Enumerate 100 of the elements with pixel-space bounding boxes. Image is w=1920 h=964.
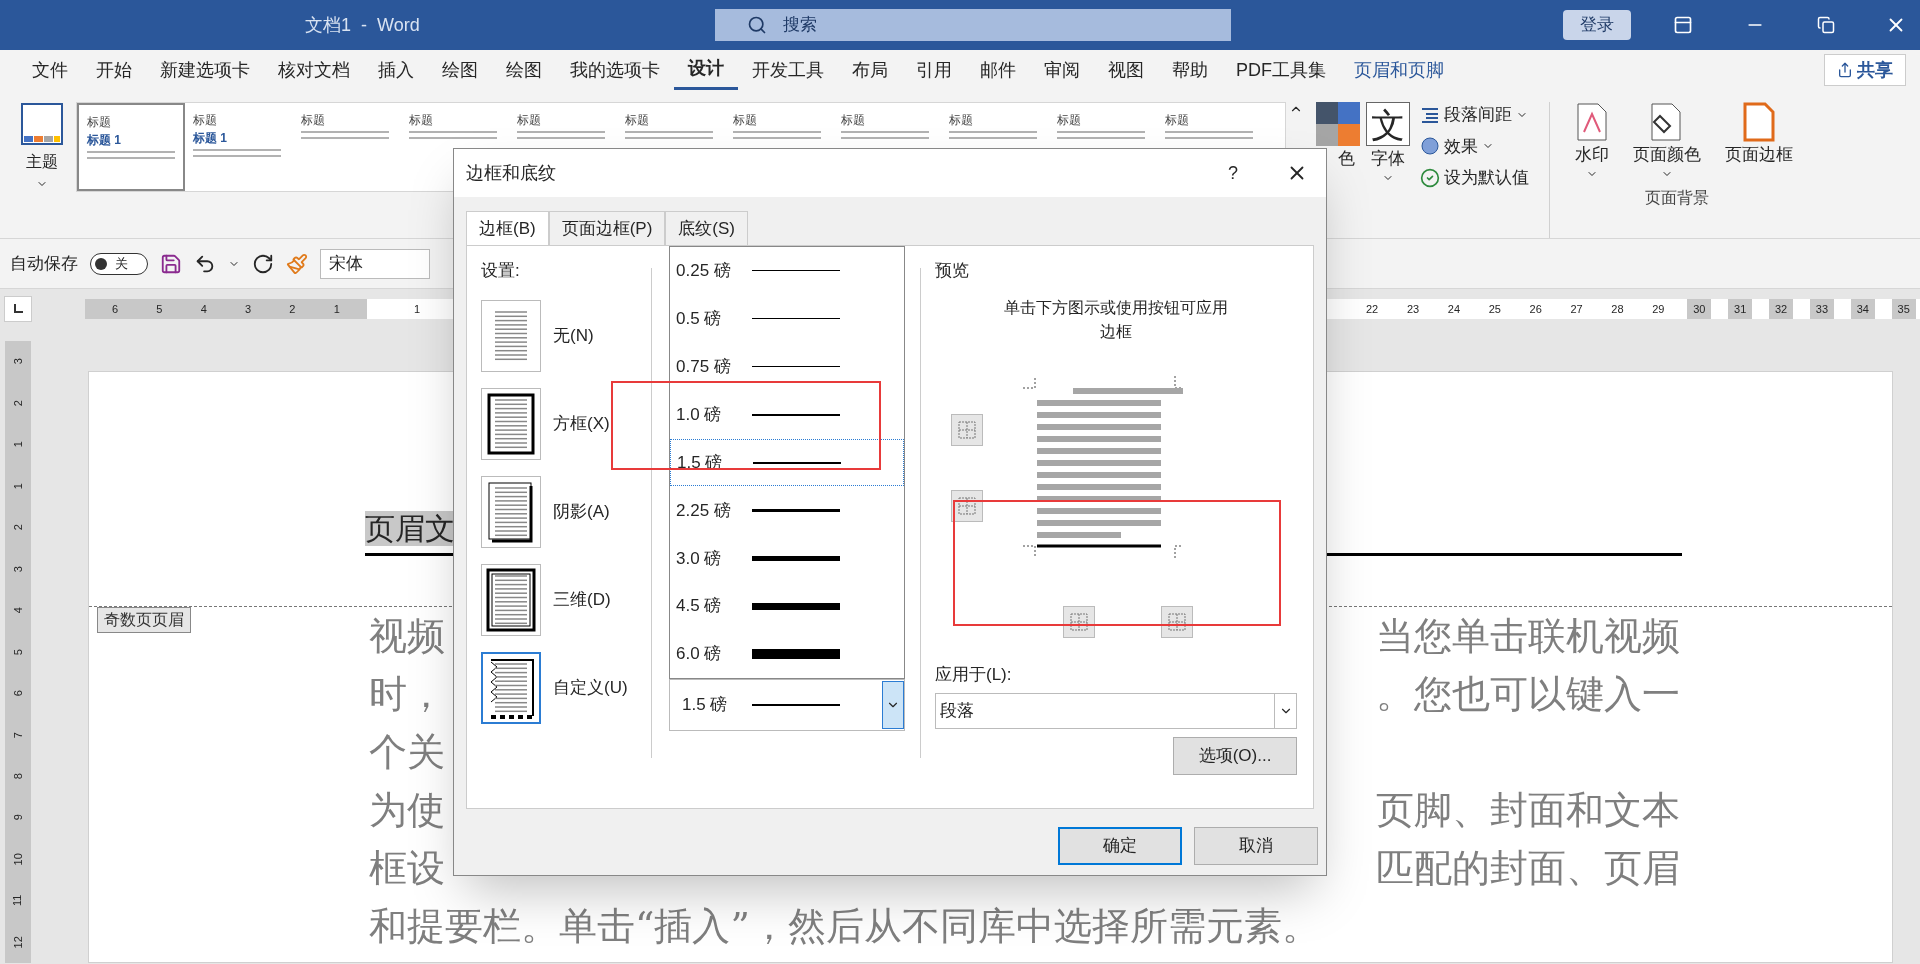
- width-option[interactable]: 0.5 磅: [670, 294, 904, 343]
- ribbon-tab[interactable]: 引用: [902, 50, 966, 90]
- ribbon-tab[interactable]: 我的选项卡: [556, 50, 674, 90]
- ribbon-tab[interactable]: 绘图: [428, 50, 492, 90]
- ribbon-tab[interactable]: 审阅: [1030, 50, 1094, 90]
- ribbon-tab[interactable]: 核对文档: [264, 50, 364, 90]
- restore-icon[interactable]: [1817, 16, 1835, 34]
- help-button[interactable]: ?: [1228, 159, 1238, 187]
- watermark-button[interactable]: 水印: [1564, 102, 1620, 180]
- page-borders-button[interactable]: 页面边框: [1714, 102, 1804, 180]
- autosave-label: 自动保存: [10, 252, 78, 275]
- body-text: 时，: [369, 671, 445, 718]
- ribbon-tab[interactable]: 文件: [18, 50, 82, 90]
- body-text: 视频: [369, 613, 445, 660]
- border-toggle-button[interactable]: [951, 413, 983, 446]
- thumbnail-subtitle: 标题 1: [87, 132, 122, 149]
- setting-option[interactable]: 方框(X): [481, 387, 651, 460]
- body-text: 个关: [369, 729, 445, 776]
- ribbon-tab[interactable]: 帮助: [1158, 50, 1222, 90]
- cancel-button[interactable]: 取消: [1194, 827, 1318, 865]
- page-color-icon: [1650, 102, 1684, 142]
- dialog-tab[interactable]: 底纹(S): [665, 211, 748, 245]
- redo-icon[interactable]: [252, 252, 274, 275]
- paragraph-spacing-button[interactable]: 段落间距: [1420, 102, 1529, 128]
- thumbnail-title: 标题: [87, 114, 112, 131]
- style-thumbnail[interactable]: 标题 标题 1: [77, 103, 185, 191]
- setting-option[interactable]: 自定义(U): [481, 651, 651, 724]
- share-button[interactable]: 共享: [1824, 54, 1906, 86]
- dialog-tab[interactable]: 边框(B): [466, 211, 549, 245]
- ribbon-tab[interactable]: 视图: [1094, 50, 1158, 90]
- ribbon-tab[interactable]: 开发工具: [738, 50, 838, 90]
- set-default-button[interactable]: 设为默认值: [1420, 165, 1529, 191]
- ribbon-tab[interactable]: 插入: [364, 50, 428, 90]
- ribbon-tab[interactable]: 绘图: [492, 50, 556, 90]
- page-color-button[interactable]: 页面颜色: [1622, 102, 1712, 180]
- grid-icon: [958, 496, 976, 515]
- apply-to-dropdown[interactable]: 段落: [935, 693, 1297, 729]
- ok-button[interactable]: 确定: [1058, 827, 1182, 865]
- theme-button[interactable]: 主题: [14, 102, 70, 190]
- effects-icon: [1420, 136, 1440, 157]
- thumbnail-title: 标题: [409, 112, 434, 129]
- body-text: 页脚、封面和文本: [1376, 787, 1680, 834]
- width-option[interactable]: 4.5 磅: [670, 582, 904, 631]
- options-button[interactable]: 选项(O)...: [1173, 737, 1297, 775]
- line-sample-icon: [753, 461, 841, 464]
- width-option[interactable]: 6.0 磅: [670, 630, 904, 678]
- style-thumbnail[interactable]: 标题: [833, 103, 941, 191]
- login-button[interactable]: 登录: [1563, 10, 1631, 40]
- ruler-number: 26: [1528, 301, 1543, 317]
- dialog-tab[interactable]: 页面边框(P): [548, 211, 666, 245]
- border-toggle-button[interactable]: [1161, 605, 1193, 638]
- ruler-number: 4: [200, 301, 207, 317]
- width-option[interactable]: 1.0 磅: [670, 390, 904, 439]
- ribbon-tab[interactable]: 布局: [838, 50, 902, 90]
- line-sample-icon: [752, 602, 840, 610]
- ruler-number: 32: [1768, 299, 1794, 319]
- ruler-number: 7: [10, 731, 25, 738]
- body-text: 。您也可以键入一: [1376, 671, 1680, 718]
- body-text: 匹配的封面、页眉: [1376, 845, 1680, 892]
- style-thumbnail[interactable]: 标题 标题 1: [185, 103, 293, 191]
- search-field[interactable]: 搜索: [715, 9, 1231, 41]
- body-text: 当您单击联机视频: [1376, 613, 1680, 660]
- line-sample-icon: [752, 366, 840, 368]
- width-option[interactable]: 0.75 磅: [670, 342, 904, 391]
- style-thumbnail[interactable]: 标题: [941, 103, 1049, 191]
- header-tag: 奇数页页眉: [97, 607, 191, 633]
- ribbon-tab[interactable]: PDF工具集: [1222, 50, 1340, 90]
- share-icon: [1837, 62, 1853, 78]
- group-label: 页面背景: [1645, 187, 1709, 208]
- setting-option[interactable]: 三维(D): [481, 563, 651, 636]
- line-sample-icon: [752, 555, 840, 561]
- ribbon-tab[interactable]: 邮件: [966, 50, 1030, 90]
- width-dropdown[interactable]: 1.5 磅: [669, 679, 905, 731]
- setting-option[interactable]: 无(N): [481, 299, 651, 372]
- effects-button[interactable]: 效果: [1420, 133, 1529, 159]
- font-field[interactable]: 宋体: [320, 248, 430, 279]
- watermark-icon: [1576, 102, 1608, 142]
- style-thumbnail[interactable]: 标题: [725, 103, 833, 191]
- grid-icon: [1168, 612, 1186, 631]
- style-thumbnail[interactable]: 标题: [1049, 103, 1157, 191]
- ribbon-tab[interactable]: 页眉和页脚: [1340, 50, 1458, 90]
- ribbon-display-icon[interactable]: [1673, 15, 1693, 35]
- width-option[interactable]: 3.0 磅: [670, 534, 904, 583]
- tab-selector-icon[interactable]: [4, 296, 32, 322]
- border-toggle-button[interactable]: [1063, 605, 1095, 638]
- border-toggle-button[interactable]: [951, 489, 983, 522]
- ruler-number: 25: [1487, 301, 1502, 317]
- save-icon[interactable]: [160, 252, 182, 275]
- ruler-number: 5: [10, 648, 25, 655]
- thumbnail-title: 标题: [193, 112, 218, 129]
- width-option[interactable]: 2.25 磅: [670, 486, 904, 535]
- autosave-toggle[interactable]: 关: [90, 252, 148, 275]
- brush-icon[interactable]: [286, 252, 308, 275]
- spacing-icon: [1420, 105, 1440, 124]
- ribbon-tab[interactable]: 开始: [82, 50, 146, 90]
- style-thumbnail[interactable]: 标题: [293, 103, 401, 191]
- style-thumbnail[interactable]: 标题: [617, 103, 725, 191]
- ribbon-tab[interactable]: 新建选项卡: [146, 50, 264, 90]
- width-option[interactable]: 0.25 磅: [670, 247, 904, 295]
- setting-option[interactable]: 阴影(A): [481, 475, 651, 548]
